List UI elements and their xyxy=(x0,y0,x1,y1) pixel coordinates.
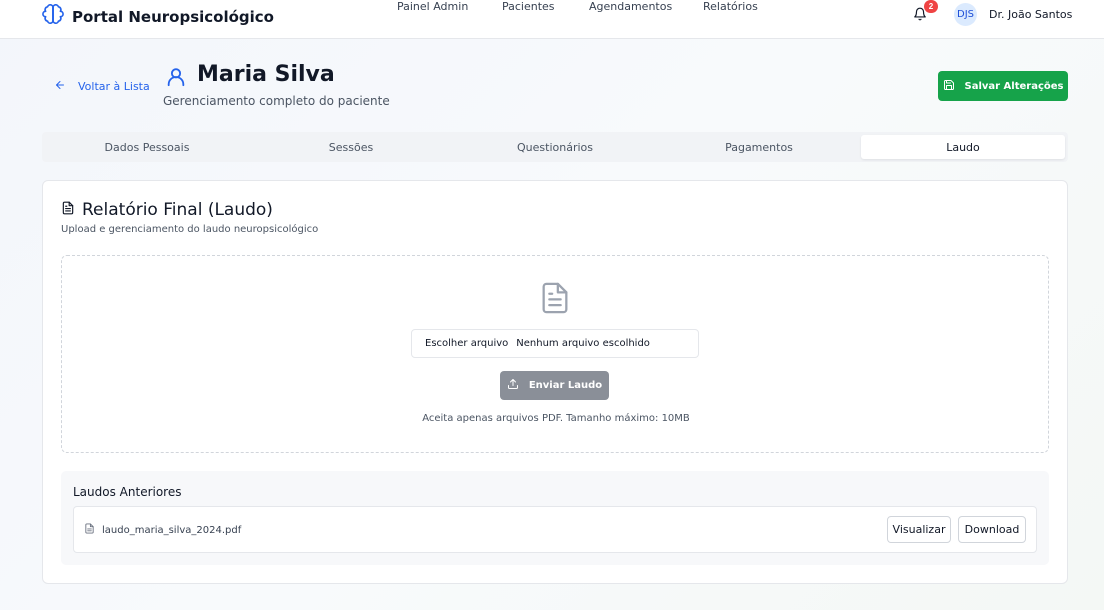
card-title: Relatório Final (Laudo) xyxy=(61,200,273,220)
brand-title: Portal Neuropsicológico xyxy=(72,7,274,26)
upload-icon xyxy=(507,378,519,393)
tab-dados-pessoais[interactable]: Dados Pessoais xyxy=(45,135,249,159)
file-icon xyxy=(84,523,95,537)
card-title-text: Relatório Final (Laudo) xyxy=(82,200,273,220)
tab-pagamentos[interactable]: Pagamentos xyxy=(657,135,861,159)
document-icon xyxy=(61,201,75,220)
nav-painel-admin[interactable]: Painel Admin xyxy=(397,0,468,13)
upload-dropzone[interactable]: Escolher arquivo Nenhum arquivo escolhid… xyxy=(61,255,1049,453)
send-label: Enviar Laudo xyxy=(528,380,603,391)
file-input[interactable]: Escolher arquivo Nenhum arquivo escolhid… xyxy=(411,329,699,358)
brand[interactable]: Portal Neuropsicológico xyxy=(42,3,274,30)
upload-hint: Aceita apenas arquivos PDF. Tamanho máxi… xyxy=(422,413,690,424)
save-icon xyxy=(943,79,955,94)
top-navbar: Portal Neuropsicológico Painel Admin Pac… xyxy=(0,0,1104,39)
back-label: Voltar à Lista xyxy=(78,80,150,93)
previous-reports-title: Laudos Anteriores xyxy=(73,485,182,499)
nav-agendamentos[interactable]: Agendamentos xyxy=(589,0,672,13)
download-button[interactable]: Download xyxy=(958,516,1026,543)
user-name[interactable]: Dr. João Santos xyxy=(989,8,1072,21)
page-title: Maria Silva xyxy=(197,62,335,87)
page-subtitle: Gerenciamento completo do paciente xyxy=(163,94,390,108)
nav-relatorios[interactable]: Relatórios xyxy=(703,0,758,13)
tab-sessoes[interactable]: Sessões xyxy=(249,135,453,159)
previous-reports: Laudos Anteriores laudo_maria_silva_2024… xyxy=(61,471,1049,565)
avatar[interactable]: DJS xyxy=(954,3,977,26)
card-subtitle: Upload e gerenciamento do laudo neuropsi… xyxy=(61,224,319,235)
file-name: laudo_maria_silva_2024.pdf xyxy=(84,523,241,537)
back-to-list-link[interactable]: Voltar à Lista xyxy=(54,79,150,94)
save-changes-button[interactable]: Salvar Alterações xyxy=(938,71,1068,101)
tab-laudo[interactable]: Laudo xyxy=(861,135,1065,159)
brain-icon xyxy=(42,3,64,30)
user-icon xyxy=(165,66,187,88)
arrow-left-icon xyxy=(54,79,66,94)
choose-file-button[interactable]: Escolher arquivo xyxy=(425,338,508,349)
list-item: laudo_maria_silva_2024.pdf Visualizar Do… xyxy=(73,506,1037,553)
send-report-button[interactable]: Enviar Laudo xyxy=(500,371,609,400)
view-button[interactable]: Visualizar xyxy=(887,516,951,543)
document-icon xyxy=(538,280,572,316)
no-file-label: Nenhum arquivo escolhido xyxy=(516,338,650,349)
report-card: Relatório Final (Laudo) Upload e gerenci… xyxy=(42,180,1068,584)
tab-bar: Dados Pessoais Sessões Questionários Pag… xyxy=(42,132,1068,162)
file-name-text: laudo_maria_silva_2024.pdf xyxy=(102,524,242,536)
tab-questionarios[interactable]: Questionários xyxy=(453,135,657,159)
nav-pacientes[interactable]: Pacientes xyxy=(502,0,555,13)
save-label: Salvar Alterações xyxy=(964,80,1064,92)
notification-badge: 2 xyxy=(924,0,938,13)
